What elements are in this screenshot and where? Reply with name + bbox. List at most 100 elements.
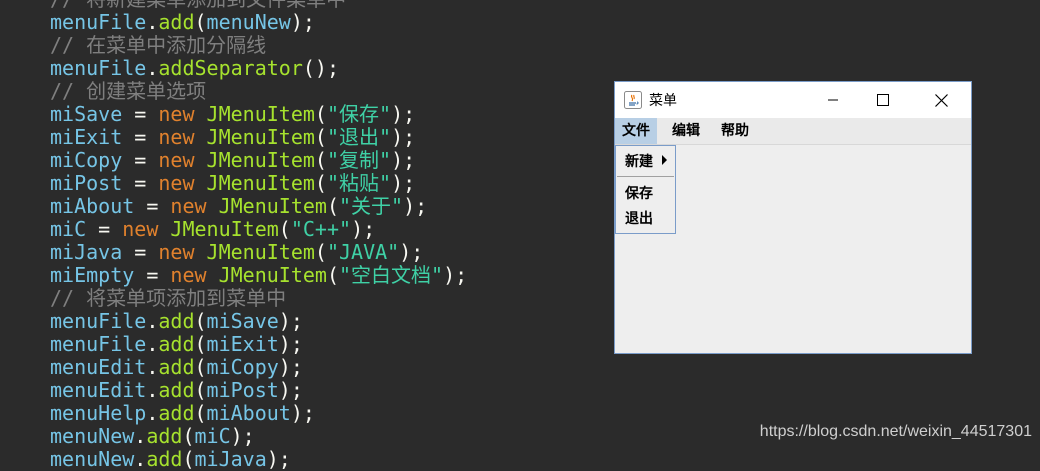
code-token-punct: ( <box>194 332 207 356</box>
code-line: menuNew.add(miJava); <box>50 448 291 471</box>
code-token-punct: . <box>146 56 159 80</box>
code-token-ident: menuFile <box>50 332 147 356</box>
code-token-op: = <box>134 263 171 287</box>
code-token-comment: // 将菜单项添加到菜单中 <box>50 286 287 310</box>
code-token-punct: ( <box>194 401 207 425</box>
code-token-keyword: new <box>158 148 207 172</box>
code-line: miCopy = new JMenuItem("复制"); <box>50 149 415 172</box>
code-token-op: = <box>86 217 123 241</box>
code-token-punct: . <box>146 378 159 402</box>
swing-window: 菜单 文件 编辑 帮助 新建 保存 退出 <box>614 81 972 354</box>
code-token-punct: ( <box>314 240 327 264</box>
maximize-icon <box>877 94 889 106</box>
close-button[interactable] <box>918 82 964 118</box>
code-token-string: "关于" <box>339 194 404 218</box>
code-token-punct: ); <box>278 332 303 356</box>
menu-item-save[interactable]: 保存 <box>625 184 653 204</box>
minimize-icon <box>828 99 838 101</box>
code-token-punct: . <box>146 10 159 34</box>
code-token-ident: miC <box>50 217 87 241</box>
code-token-punct: ); <box>391 148 416 172</box>
menu-file[interactable]: 文件 <box>615 118 657 144</box>
code-token-keyword: new <box>158 102 207 126</box>
code-token-func: add <box>146 424 183 448</box>
code-token-punct: ( <box>314 171 327 195</box>
code-token-punct: ( <box>326 194 340 218</box>
code-token-punct: . <box>146 401 159 425</box>
code-line: // 创建菜单选项 <box>50 80 206 103</box>
code-token-func: add <box>158 401 195 425</box>
code-token-keyword: new <box>170 263 219 287</box>
code-token-ident: menuNew <box>50 424 135 448</box>
code-token-string: "退出" <box>326 125 392 149</box>
code-token-punct: ); <box>278 309 303 333</box>
maximize-button[interactable] <box>860 82 906 118</box>
code-token-punct: ); <box>443 263 468 287</box>
code-token-punct: ); <box>290 401 315 425</box>
code-token-ident: miExit <box>50 125 123 149</box>
code-token-string: "保存" <box>326 102 392 126</box>
minimize-button[interactable] <box>810 82 856 118</box>
code-token-class: JMenuItem <box>206 125 315 149</box>
code-token-punct: ); <box>391 171 416 195</box>
menu-edit[interactable]: 编辑 <box>665 118 707 144</box>
code-line: miC = new JMenuItem("C++"); <box>50 218 375 241</box>
code-token-punct: ); <box>403 194 428 218</box>
code-line: menuEdit.add(miCopy); <box>50 356 303 379</box>
code-token-ident: miCopy <box>50 148 123 172</box>
code-token-op: = <box>122 240 159 264</box>
code-line: menuFile.add(menuNew); <box>50 11 315 34</box>
code-token-ident: menuFile <box>50 10 147 34</box>
code-token-punct: ( <box>314 102 327 126</box>
code-token-punct: . <box>146 332 159 356</box>
code-token-func: addSeparator <box>158 56 303 80</box>
code-token-punct: ); <box>399 240 424 264</box>
code-token-punct: ( <box>314 125 327 149</box>
window-title: 菜单 <box>649 93 677 109</box>
file-menu-popup: 新建 保存 退出 <box>615 145 676 234</box>
title-bar[interactable]: 菜单 <box>615 82 971 118</box>
code-token-op: = <box>122 171 159 195</box>
code-token-func: add <box>158 309 195 333</box>
code-token-punct: ); <box>391 102 416 126</box>
code-token-punct: ); <box>230 424 255 448</box>
code-token-class: JMenuItem <box>218 263 327 287</box>
code-line: // 在菜单中添加分隔线 <box>50 34 266 57</box>
code-token-ident: menuFile <box>50 56 147 80</box>
menu-help[interactable]: 帮助 <box>714 118 756 144</box>
code-line: menuHelp.add(miAbout); <box>50 402 315 425</box>
code-token-comment: // 在菜单中添加分隔线 <box>50 33 267 57</box>
code-token-ident: miCopy <box>206 355 279 379</box>
code-token-op: = <box>122 102 159 126</box>
code-line: menuFile.add(miSave); <box>50 310 303 333</box>
code-token-class: JMenuItem <box>206 171 315 195</box>
code-token-punct: ( <box>314 148 327 172</box>
code-token-func: add <box>158 332 195 356</box>
code-token-keyword: new <box>122 217 171 241</box>
code-token-punct: ( <box>194 10 207 34</box>
code-line: // 将菜单项添加到菜单中 <box>50 287 286 310</box>
code-token-ident: menuEdit <box>50 378 147 402</box>
code-token-ident: miEmpty <box>50 263 135 287</box>
code-token-ident: miSave <box>50 102 123 126</box>
code-token-op: = <box>122 148 159 172</box>
code-token-ident: menuHelp <box>50 401 147 425</box>
code-token-ident: miPost <box>206 378 279 402</box>
java-icon <box>624 91 642 109</box>
code-line: miSave = new JMenuItem("保存"); <box>50 103 415 126</box>
code-token-comment: // 创建菜单选项 <box>50 79 207 103</box>
code-token-string: "JAVA" <box>326 240 400 264</box>
code-token-func: add <box>158 355 195 379</box>
menu-item-new[interactable]: 新建 <box>625 152 653 172</box>
code-token-punct: (); <box>302 56 339 80</box>
code-token-punct: . <box>146 355 159 379</box>
code-token-func: add <box>158 378 195 402</box>
menu-item-exit[interactable]: 退出 <box>625 209 653 229</box>
menu-bar: 文件 编辑 帮助 <box>615 118 971 145</box>
code-token-ident: miC <box>194 424 231 448</box>
code-token-ident: menuEdit <box>50 355 147 379</box>
code-line: menuFile.add(miExit); <box>50 333 303 356</box>
code-token-punct: ); <box>278 355 303 379</box>
code-line: miEmpty = new JMenuItem("空白文档"); <box>50 264 467 287</box>
code-token-ident: miSave <box>206 309 279 333</box>
